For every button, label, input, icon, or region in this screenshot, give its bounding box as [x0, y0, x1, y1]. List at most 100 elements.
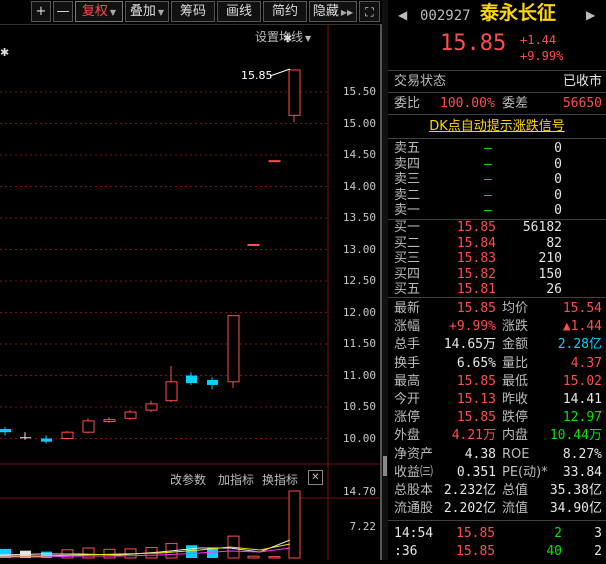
volume-bar [268, 556, 281, 559]
order-book-row[interactable]: 卖四 — 0 [388, 157, 606, 173]
stat-value: 4.21万 [451, 428, 496, 444]
price-axis-label: 14.50 [342, 148, 376, 161]
order-volume: 0 [554, 172, 562, 187]
price-axis-label: 11.50 [342, 337, 376, 350]
chips-button[interactable]: 筹码 [171, 1, 215, 22]
candlestick [165, 366, 178, 402]
next-stock-icon[interactable]: ▶ [586, 6, 595, 24]
stat-value: 2.202亿 [443, 501, 496, 517]
order-price: 15.85 [456, 220, 496, 235]
dropdown-arrow-icon: ▼ [109, 8, 117, 17]
candlestick [247, 243, 260, 246]
order-book-row[interactable]: 买一 15.85 56182 [388, 220, 606, 236]
stat-value: 2.232亿 [443, 483, 496, 498]
stat-label: 均价 [502, 301, 529, 316]
stat-label: 金额 [502, 337, 529, 353]
candlestick [186, 372, 197, 385]
volume-axis-mid: 7.22 [349, 520, 377, 533]
stat-row: 涨幅 +9.99% 涨跌 ▲1.44 [388, 318, 606, 336]
stat-value: 15.85 [456, 373, 496, 389]
candlestick [227, 315, 240, 389]
order-book-row[interactable]: 卖一 — 0 [388, 203, 606, 219]
stat-value: 0.351 [456, 464, 496, 480]
stat-label: 涨幅 [394, 319, 421, 335]
candlestick [124, 410, 137, 420]
stat-value: 15.02 [562, 373, 602, 389]
dk-signal-link[interactable]: DK点自动提示涨跌信号 [388, 118, 606, 136]
price-axis-label: 10.00 [342, 431, 376, 445]
tick-volume: 40 [546, 544, 562, 559]
price-axis-label: 10.50 [342, 400, 376, 413]
splitter-handle[interactable] [383, 456, 387, 476]
zoom-out-button[interactable]: — [53, 1, 73, 22]
kline-chart-area: 设置均线 ▼ ✱ ✱ 15.85 15.50 15.00 14.50 14.00 13.5… [0, 24, 382, 560]
stat-row: 流通股 2.202亿 流值 34.90亿 [388, 500, 606, 518]
order-level-label: 买三 [394, 251, 421, 266]
order-level-label: 卖一 [394, 203, 421, 218]
stat-label: 今开 [394, 392, 421, 407]
stat-row: 今开 15.13 昨收 14.41 [388, 391, 606, 409]
order-volume: 0 [554, 156, 562, 172]
price-axis-label: 15.00 [342, 116, 376, 130]
change-param-button[interactable]: 改参数 [170, 471, 206, 488]
close-icon[interactable]: ✕ [308, 470, 323, 485]
stat-value: 15.85 [456, 410, 496, 426]
price-axis-label: 15.50 [342, 85, 376, 98]
stat-label: 涨停 [394, 410, 421, 426]
overlay-dropdown[interactable]: 叠加 ▼ [125, 1, 169, 22]
order-price: — [484, 156, 492, 172]
stat-label: 内盘 [502, 428, 529, 444]
adjust-rights-dropdown[interactable]: 复权 ▼ [75, 1, 123, 22]
stat-value: 33.84 [562, 464, 602, 480]
order-price: 15.84 [456, 235, 496, 251]
switch-indicator-button[interactable]: 换指标 [262, 471, 298, 488]
order-price: — [484, 187, 492, 203]
draw-line-button[interactable]: 画线 [217, 1, 261, 22]
dk-signal-label: DK点自动提示涨跌信号 [429, 119, 565, 134]
candle-body [0, 429, 11, 433]
tick-row[interactable]: 14:54 15.85 2 3 [388, 525, 606, 543]
order-level-label: 卖二 [394, 187, 421, 203]
stat-label: 涨跌 [502, 319, 529, 335]
stat-value: 10.44万 [549, 428, 602, 444]
order-book-row[interactable]: 买二 15.84 82 [388, 236, 606, 252]
candle-body [227, 315, 240, 383]
stat-row: 外盘 4.21万 内盘 10.44万 [388, 427, 606, 445]
add-indicator-button[interactable]: 加指标 [218, 471, 254, 488]
stat-row: 最高 15.85 最低 15.02 [388, 373, 606, 391]
hide-label: 隐藏 [312, 4, 339, 19]
brief-button[interactable]: 简约 [263, 1, 307, 22]
candle-body [61, 431, 74, 440]
order-book-row[interactable]: 买三 15.83 210 [388, 251, 606, 267]
tick-row[interactable]: :36 15.85 40 2 [388, 543, 606, 561]
chart-toolbar: + — 复权 ▼ 叠加 ▼ 筹码 画线 简约 隐藏 ▶▶ ⛶ [0, 0, 382, 25]
stat-label: 总手 [394, 337, 421, 353]
order-level-label: 买二 [394, 235, 421, 251]
order-book-row[interactable]: 买五 15.81 26 [388, 282, 606, 298]
stat-value: 15.54 [562, 301, 602, 316]
stat-label: 换手 [394, 355, 421, 371]
candlestick [82, 418, 95, 434]
order-book-row[interactable]: 卖二 — 0 [388, 188, 606, 204]
stat-label: 总值 [502, 483, 529, 498]
order-book-row[interactable]: 卖五 — 0 [388, 141, 606, 157]
stat-row: 总手 14.65万 金额 2.28亿 [388, 336, 606, 354]
zoom-in-button[interactable]: + [31, 1, 51, 22]
order-book-row[interactable]: 买四 15.82 150 [388, 267, 606, 283]
prev-stock-icon[interactable]: ◀ [398, 6, 407, 24]
tick-count: 2 [594, 544, 602, 559]
expand-icon[interactable]: ⛶ [359, 1, 380, 22]
stock-header: ◀ 002927 泰永长征 ▶ [388, 4, 606, 28]
candle-body [247, 243, 260, 246]
order-book-row[interactable]: 卖三 — 0 [388, 172, 606, 188]
hide-dropdown[interactable]: 隐藏 ▶▶ [309, 1, 357, 22]
price-axis-label: 13.50 [342, 211, 376, 224]
quote-panel: ◀ 002927 泰永长征 ▶ 15.85 +1.44 +9.99% 交易状态 … [388, 0, 606, 560]
candle-body [165, 381, 178, 402]
stat-row: 总股本 2.232亿 总值 35.38亿 [388, 482, 606, 500]
stat-row: 换手 6.65% 量比 4.37 [388, 355, 606, 373]
weibi-row: 委比 100.00% 委差 56650 [388, 95, 606, 113]
stat-label: 跌停 [502, 410, 529, 426]
tick-time: :36 [394, 544, 418, 559]
trade-status-label: 交易状态 [394, 74, 447, 89]
